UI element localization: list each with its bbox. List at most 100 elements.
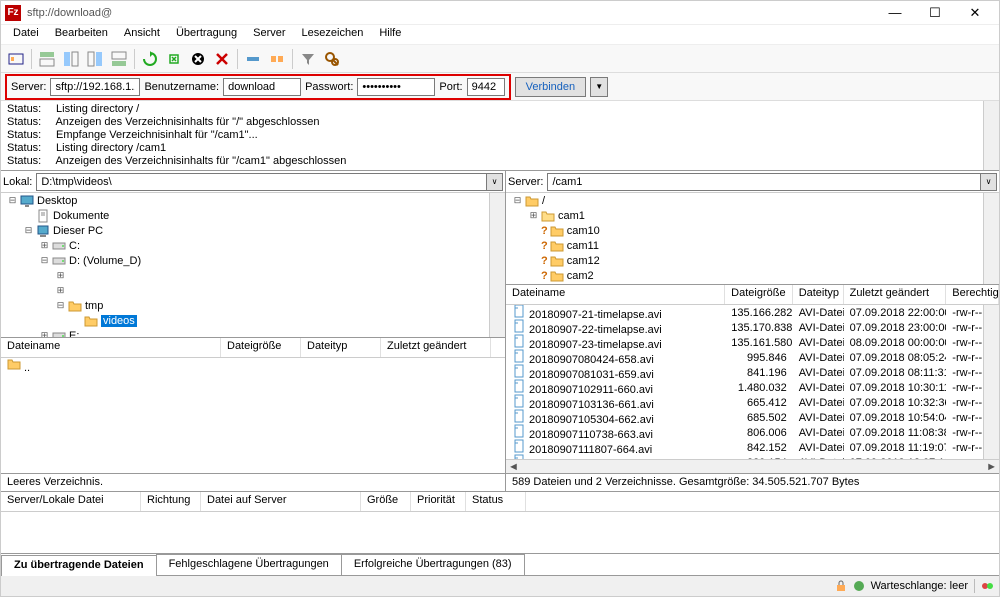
queue-tab[interactable]: Erfolgreiche Übertragungen (83) — [341, 554, 525, 575]
list-item[interactable]: 20180907-21-timelapse.avi135.166.282AVI-… — [506, 305, 999, 320]
tree-node[interactable]: ⊞ — [1, 268, 505, 283]
toggleremote-icon[interactable] — [84, 48, 106, 70]
chevron-down-icon[interactable]: ∨ — [486, 174, 502, 190]
transfer-queue[interactable]: Server/Lokale DateiRichtungDatei auf Ser… — [1, 492, 999, 554]
menu-ansicht[interactable]: Ansicht — [116, 25, 168, 44]
list-item[interactable]: 20180907102911-660.avi1.480.032AVI-Datei… — [506, 380, 999, 395]
list-item[interactable]: 20180907080424-658.avi995.846AVI-Datei07… — [506, 350, 999, 365]
filter-icon[interactable] — [297, 48, 319, 70]
message-log[interactable]: Status: Listing directory /Status: Anzei… — [1, 101, 999, 171]
expand-icon[interactable]: ⊟ — [55, 300, 66, 311]
queue-tab[interactable]: Fehlgeschlagene Übertragungen — [156, 554, 342, 575]
menu-datei[interactable]: Datei — [5, 25, 47, 44]
connect-history-dropdown[interactable]: ▼ — [590, 77, 608, 97]
list-item[interactable]: 20180907105304-662.avi685.502AVI-Datei07… — [506, 410, 999, 425]
column-header[interactable]: Server/Lokale Datei — [1, 492, 141, 511]
refresh-icon[interactable] — [139, 48, 161, 70]
remote-listview[interactable]: DateinameDateigrößeDateitypZuletzt geänd… — [506, 285, 999, 474]
togglelocal-icon[interactable] — [60, 48, 82, 70]
expand-icon[interactable]: ⊟ — [7, 195, 18, 206]
expand-icon[interactable]: ⊞ — [55, 270, 66, 281]
menu-lesezeichen[interactable]: Lesezeichen — [294, 25, 372, 44]
tree-node[interactable]: ⊞cam1 — [506, 208, 999, 223]
compare-icon[interactable] — [266, 48, 288, 70]
remote-tree-scrollbar[interactable] — [983, 193, 999, 284]
tree-node[interactable]: Dokumente — [1, 208, 505, 223]
menu-bearbeiten[interactable]: Bearbeiten — [47, 25, 116, 44]
pass-input[interactable] — [357, 78, 435, 96]
list-item[interactable]: 20180907-22-timelapse.avi135.170.838AVI-… — [506, 320, 999, 335]
list-item[interactable]: 20180907081031-659.avi841.196AVI-Datei07… — [506, 365, 999, 380]
column-header[interactable]: Dateityp — [301, 338, 381, 357]
menu-server[interactable]: Server — [245, 25, 293, 44]
tree-node[interactable]: videos — [1, 313, 505, 328]
tree-node[interactable]: ?cam11 — [506, 238, 999, 253]
column-header[interactable]: Größe — [361, 492, 411, 511]
togglequeue-icon[interactable] — [108, 48, 130, 70]
column-header[interactable]: Richtung — [141, 492, 201, 511]
log-scrollbar[interactable] — [983, 101, 999, 170]
tree-node[interactable]: ⊞C: — [1, 238, 505, 253]
remote-list-hscroll[interactable]: ◄► — [506, 459, 999, 473]
column-header[interactable]: Zuletzt geändert — [381, 338, 491, 357]
maximize-button[interactable]: ☐ — [915, 2, 955, 24]
tree-node[interactable]: ⊞ — [1, 283, 505, 298]
local-tree-scrollbar[interactable] — [489, 193, 505, 337]
user-input[interactable] — [223, 78, 301, 96]
togglelog-icon[interactable] — [36, 48, 58, 70]
column-header[interactable]: Status — [466, 492, 526, 511]
expand-icon[interactable]: ⊟ — [39, 255, 50, 266]
column-header[interactable]: Priorität — [411, 492, 466, 511]
list-item[interactable]: 20180907111807-664.avi842.152AVI-Datei07… — [506, 440, 999, 455]
process-icon[interactable] — [163, 48, 185, 70]
tree-node[interactable]: ⊞E: — [1, 328, 505, 338]
chevron-down-icon[interactable]: ∨ — [980, 174, 996, 190]
column-header[interactable]: Dateigröße — [725, 285, 793, 304]
server-input[interactable] — [50, 78, 140, 96]
column-header[interactable]: Dateigröße — [221, 338, 301, 357]
port-input[interactable] — [467, 78, 505, 96]
column-header[interactable]: Zuletzt geändert — [844, 285, 947, 304]
remote-tree[interactable]: ⊟/⊞cam1?cam10?cam11?cam12?cam2?cam3?cam4 — [506, 193, 999, 285]
column-header[interactable]: Dateiname — [506, 285, 725, 304]
column-header[interactable]: Dateiname — [1, 338, 221, 357]
list-item[interactable]: 20180907103136-661.avi665.412AVI-Datei07… — [506, 395, 999, 410]
tree-node[interactable]: ⊟Desktop — [1, 193, 505, 208]
reconnect-icon[interactable] — [242, 48, 264, 70]
expand-icon[interactable]: ⊞ — [528, 210, 539, 221]
remote-path-combo[interactable]: /cam1 ∨ — [547, 173, 997, 191]
cancel-icon[interactable] — [187, 48, 209, 70]
column-header[interactable]: Dateityp — [793, 285, 844, 304]
minimize-button[interactable]: — — [875, 2, 915, 24]
expand-icon[interactable]: ⊞ — [39, 240, 50, 251]
sitemanager-icon[interactable] — [5, 48, 27, 70]
expand-icon[interactable]: ⊟ — [23, 225, 34, 236]
connect-button[interactable]: Verbinden — [515, 77, 587, 97]
tree-node[interactable]: ⊟tmp — [1, 298, 505, 313]
column-header[interactable]: Berechtigu... — [946, 285, 999, 304]
remote-list-vscroll[interactable] — [983, 305, 999, 459]
queue-tab[interactable]: Zu übertragende Dateien — [1, 555, 157, 576]
local-tree[interactable]: ⊟DesktopDokumente⊟Dieser PC⊞C:⊟D: (Volum… — [1, 193, 505, 338]
expand-icon[interactable]: ⊟ — [512, 195, 523, 206]
search-icon[interactable] — [321, 48, 343, 70]
tree-node[interactable]: ?cam2 — [506, 268, 999, 283]
column-header[interactable]: Datei auf Server — [201, 492, 361, 511]
tree-node[interactable]: ⊟Dieser PC — [1, 223, 505, 238]
tree-node[interactable]: ?cam10 — [506, 223, 999, 238]
disconnect-icon[interactable] — [211, 48, 233, 70]
tree-node[interactable]: ?cam12 — [506, 253, 999, 268]
local-path-combo[interactable]: D:\tmp\videos\ ∨ — [36, 173, 503, 191]
close-button[interactable]: ✕ — [955, 2, 995, 24]
tree-node[interactable]: ⊟/ — [506, 193, 999, 208]
list-item[interactable]: 20180907110738-663.avi806.006AVI-Datei07… — [506, 425, 999, 440]
list-item[interactable]: .. — [1, 358, 505, 373]
menu-übertragung[interactable]: Übertragung — [168, 25, 245, 44]
local-listview[interactable]: DateinameDateigrößeDateitypZuletzt geänd… — [1, 338, 505, 474]
tree-node[interactable]: ⊟D: (Volume_D) — [1, 253, 505, 268]
expand-icon[interactable]: ⊞ — [39, 330, 50, 338]
tree-node[interactable]: ?cam3 — [506, 283, 999, 285]
menu-hilfe[interactable]: Hilfe — [371, 25, 409, 44]
expand-icon[interactable]: ⊞ — [55, 285, 66, 296]
list-item[interactable]: 20180907-23-timelapse.avi135.161.580AVI-… — [506, 335, 999, 350]
